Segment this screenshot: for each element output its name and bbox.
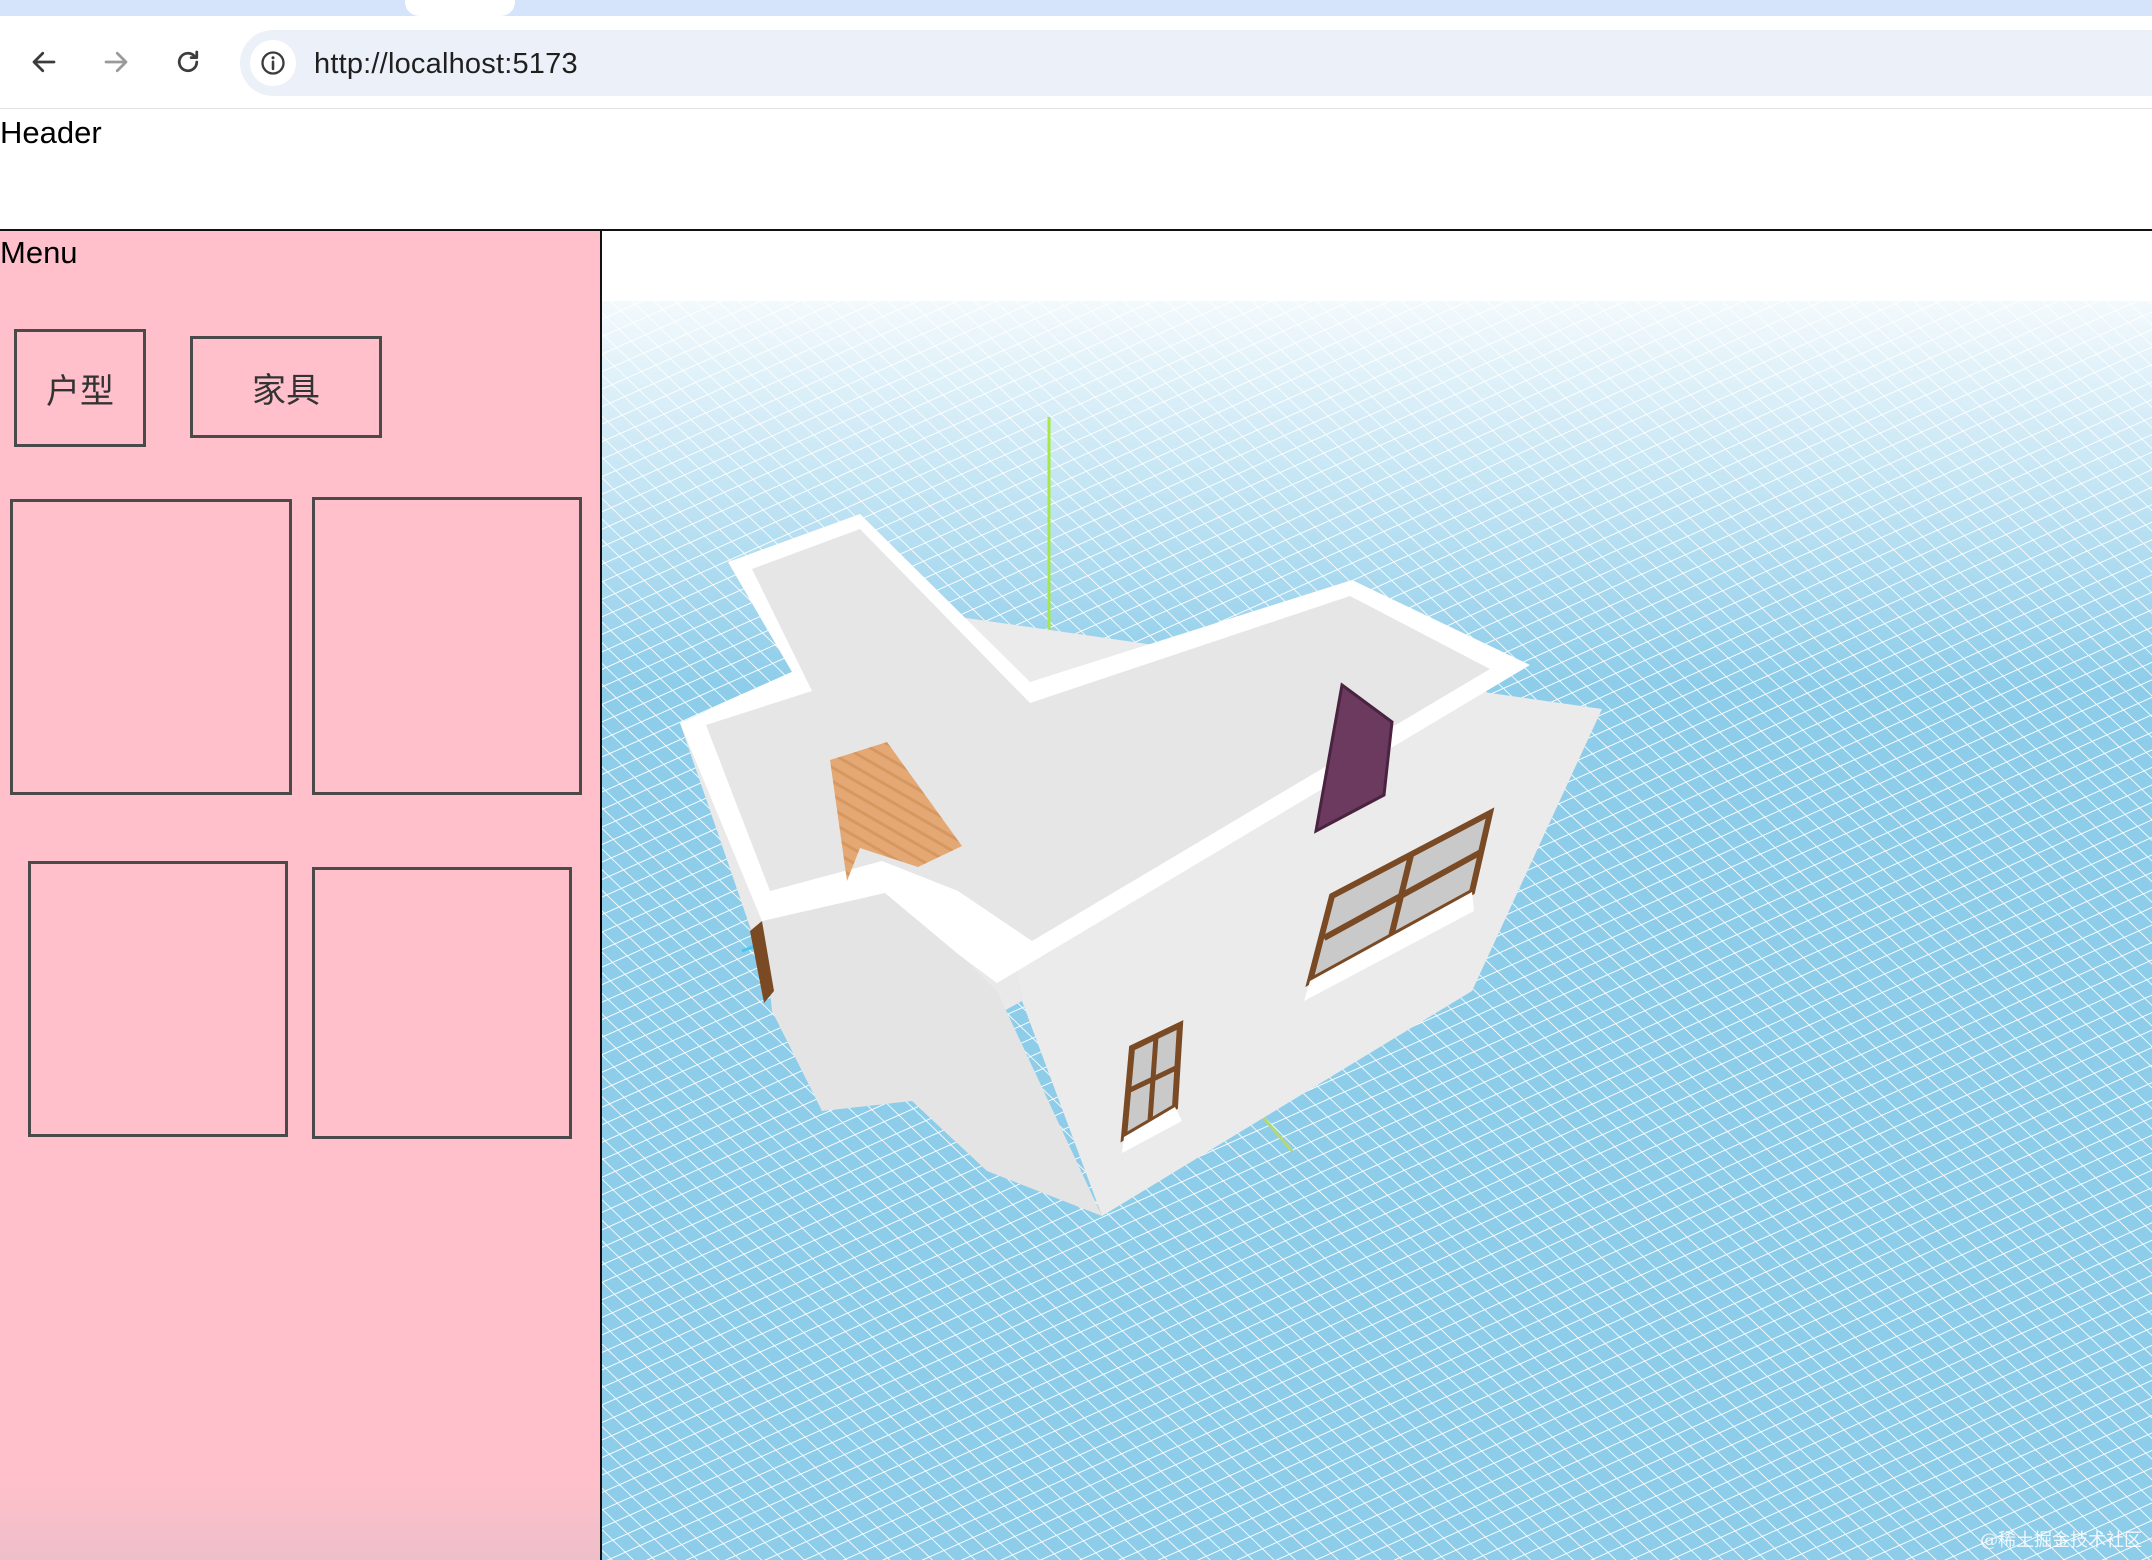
browser-tab-strip bbox=[0, 0, 2152, 16]
tab-furniture-label: 家具 bbox=[252, 371, 320, 410]
item-card-2[interactable] bbox=[312, 497, 582, 795]
back-button[interactable] bbox=[24, 42, 64, 82]
item-card-4[interactable] bbox=[312, 867, 572, 1139]
item-card-3[interactable] bbox=[28, 861, 288, 1137]
url-text[interactable]: http://localhost:5173 bbox=[314, 48, 578, 81]
page-header: Header bbox=[0, 109, 2152, 231]
menu-bottom-fade bbox=[0, 1480, 600, 1560]
arrow-left-icon bbox=[32, 51, 56, 73]
tab-floorplan[interactable]: 户型 bbox=[14, 329, 146, 447]
item-card-1[interactable] bbox=[10, 499, 292, 795]
reload-icon bbox=[177, 50, 199, 73]
side-menu: Menu 户型 家具 bbox=[0, 231, 602, 1560]
menu-title: Menu bbox=[0, 235, 78, 270]
watermark-text: @稀土掘金技术社区 bbox=[1980, 1530, 2142, 1551]
browser-window: http://localhost:5173 Header Menu 户型 家具 bbox=[0, 0, 2152, 1560]
header-title: Header bbox=[0, 115, 102, 150]
3d-viewport[interactable]: @稀土掘金技术社区 bbox=[602, 231, 2152, 1560]
3d-scene bbox=[602, 231, 2152, 1560]
forward-button[interactable] bbox=[96, 42, 136, 82]
site-info-button[interactable] bbox=[250, 40, 296, 86]
reload-button[interactable] bbox=[168, 42, 208, 82]
arrow-right-icon bbox=[104, 51, 128, 73]
info-icon bbox=[261, 51, 285, 75]
browser-active-tab[interactable] bbox=[405, 0, 515, 16]
browser-toolbar: http://localhost:5173 bbox=[0, 16, 2152, 109]
tab-floorplan-label: 户型 bbox=[46, 372, 114, 411]
address-bar[interactable]: http://localhost:5173 bbox=[240, 30, 2152, 96]
tab-furniture[interactable]: 家具 bbox=[190, 336, 382, 438]
